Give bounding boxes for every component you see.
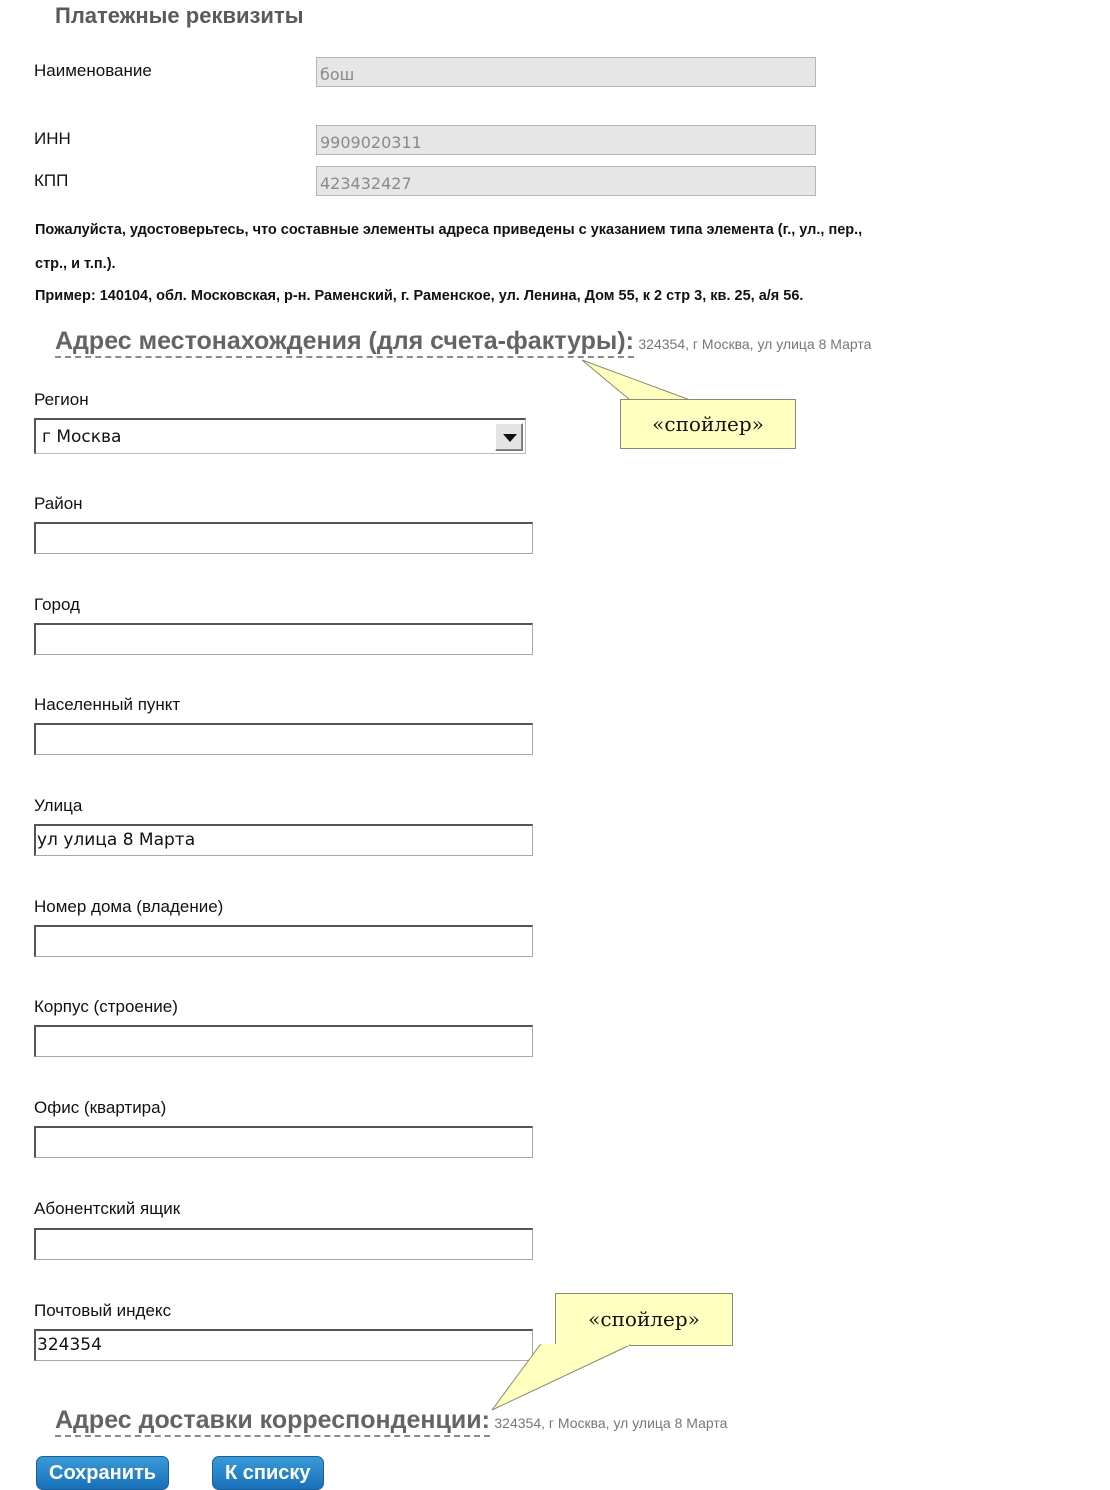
kpp-field[interactable]: 423432427: [316, 166, 816, 196]
back-to-list-button[interactable]: К списку: [212, 1456, 324, 1490]
legal-address-summary: 324354, г Москва, ул улица 8 Марта: [638, 336, 872, 352]
building-label: Корпус (строение): [34, 997, 178, 1016]
legal-address-toggle[interactable]: Адрес местонахождения (для счета-фактуры…: [55, 327, 634, 358]
inn-field[interactable]: 9909020311: [316, 125, 816, 155]
save-button[interactable]: Сохранить: [36, 1456, 170, 1490]
street-input[interactable]: ул улица 8 Марта: [34, 824, 533, 856]
name-field[interactable]: бош: [316, 57, 816, 87]
district-input[interactable]: [34, 522, 533, 554]
postal-code-label: Почтовый индекс: [34, 1301, 172, 1320]
delivery-address-section: Адрес доставки корреспонденции: 324354, …: [55, 1406, 728, 1437]
region-select-value: г Москва: [42, 427, 122, 447]
house-label: Номер дома (владение): [34, 897, 224, 916]
building-input[interactable]: [34, 1025, 533, 1057]
district-label: Район: [34, 494, 83, 513]
locality-label: Населенный пункт: [34, 695, 181, 714]
region-label: Регион: [34, 390, 89, 409]
spoiler-callout: «спойлер»: [620, 399, 796, 449]
office-input[interactable]: [34, 1126, 533, 1158]
spoiler-callout: «спойлер»: [555, 1293, 733, 1346]
callout-pointer: [491, 1344, 631, 1411]
chevron-down-icon[interactable]: [495, 423, 523, 451]
city-label: Город: [34, 595, 80, 614]
house-input[interactable]: [34, 925, 533, 957]
po-box-label: Абонентский ящик: [34, 1199, 181, 1218]
address-example: Пример: 140104, обл. Московская, р-н. Ра…: [35, 288, 804, 304]
kpp-label: КПП: [34, 171, 69, 190]
locality-input[interactable]: [34, 723, 533, 755]
address-note-line2: стр., и т.п.).: [35, 256, 116, 272]
delivery-address-toggle[interactable]: Адрес доставки корреспонденции:: [55, 1406, 490, 1437]
inn-label: ИНН: [34, 129, 71, 148]
delivery-address-summary: 324354, г Москва, ул улица 8 Марта: [494, 1415, 728, 1431]
street-label: Улица: [34, 796, 83, 815]
page-title: Платежные реквизиты: [55, 3, 304, 28]
name-label: Наименование: [34, 61, 152, 80]
legal-address-section: Адрес местонахождения (для счета-фактуры…: [55, 327, 872, 358]
office-label: Офис (квартира): [34, 1098, 167, 1117]
region-select[interactable]: г Москва: [34, 418, 526, 454]
city-input[interactable]: [34, 623, 533, 655]
po-box-input[interactable]: [34, 1228, 533, 1260]
address-note-line1: Пожалуйста, удостоверьтесь, что составны…: [35, 222, 863, 238]
postal-code-input[interactable]: 324354: [34, 1329, 533, 1361]
